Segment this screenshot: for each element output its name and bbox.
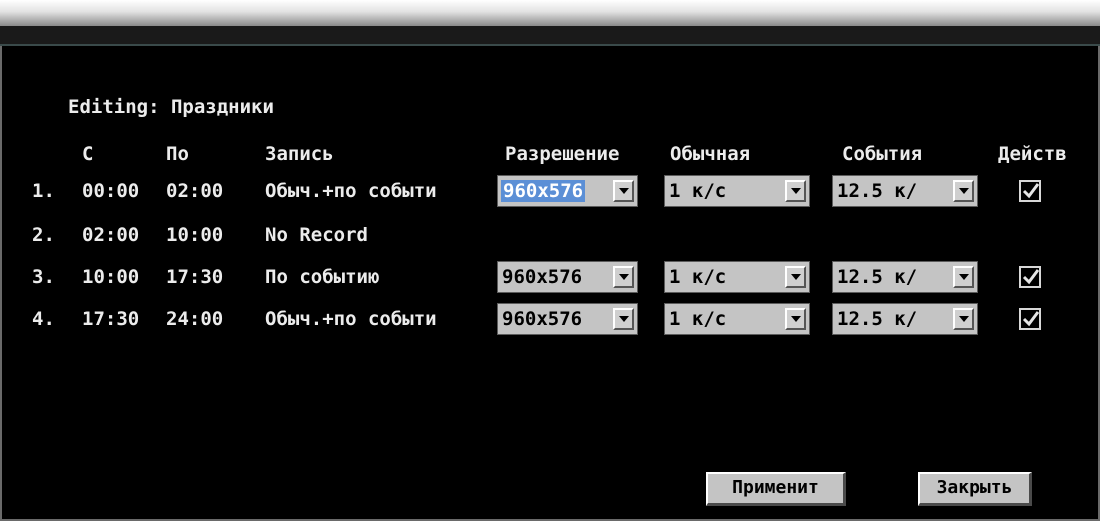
row-start-time[interactable]: 02:00 <box>82 224 139 246</box>
row-end-time[interactable]: 02:00 <box>166 180 223 202</box>
row-start-time[interactable]: 17:30 <box>82 308 139 330</box>
event-fps-value: 12.5 к/ <box>837 308 918 330</box>
chevron-down-icon[interactable] <box>785 180 806 202</box>
resolution-select[interactable]: 960x576 <box>497 303 638 335</box>
event-fps-value: 12.5 к/ <box>837 180 918 202</box>
row-record-mode[interactable]: No Record <box>265 224 368 246</box>
chevron-down-icon[interactable] <box>613 266 634 288</box>
header-start: С <box>82 143 94 165</box>
apply-button[interactable]: Применит <box>706 472 846 506</box>
chevron-down-icon[interactable] <box>785 308 806 330</box>
header-resolution: Разрешение <box>505 143 620 165</box>
resolution-select[interactable]: 960x576 <box>497 261 638 293</box>
row-record-mode[interactable]: Обыч.+по событи <box>265 180 437 202</box>
header-normal: Обычная <box>670 143 751 165</box>
chevron-down-icon[interactable] <box>785 266 806 288</box>
row-record-mode[interactable]: Обыч.+по событи <box>265 308 437 330</box>
chevron-down-icon[interactable] <box>953 266 974 288</box>
title-bar <box>0 0 1100 26</box>
close-button[interactable]: Закрыть <box>918 472 1032 506</box>
row-record-mode[interactable]: По событию <box>265 266 379 288</box>
action-checkbox[interactable] <box>1019 180 1041 202</box>
header-events: События <box>842 143 923 165</box>
normal-fps-select[interactable]: 1 к/с <box>664 261 810 293</box>
header-record: Запись <box>265 143 334 165</box>
row-end-time[interactable]: 10:00 <box>166 224 223 246</box>
page-title: Editing: Праздники <box>68 96 274 118</box>
event-fps-value: 12.5 к/ <box>837 266 918 288</box>
header-end: По <box>166 143 189 165</box>
header-action: Действ <box>998 143 1067 165</box>
action-checkbox[interactable] <box>1019 308 1041 330</box>
row-number: 4. <box>32 308 55 330</box>
row-end-time[interactable]: 17:30 <box>166 266 223 288</box>
checkmark-icon <box>1022 311 1040 327</box>
row-start-time[interactable]: 10:00 <box>82 266 139 288</box>
row-number: 2. <box>32 224 55 246</box>
checkmark-icon <box>1022 269 1040 285</box>
checkmark-icon <box>1022 183 1040 199</box>
resolution-select[interactable]: 960x576 <box>497 175 638 207</box>
event-fps-select[interactable]: 12.5 к/ <box>832 303 978 335</box>
title-bar-shadow <box>0 26 1100 46</box>
action-checkbox[interactable] <box>1019 266 1041 288</box>
event-fps-select[interactable]: 12.5 к/ <box>832 175 978 207</box>
row-start-time[interactable]: 00:00 <box>82 180 139 202</box>
chevron-down-icon[interactable] <box>613 308 634 330</box>
resolution-value: 960x576 <box>502 308 583 330</box>
normal-fps-value: 1 к/с <box>669 308 727 330</box>
row-number: 3. <box>32 266 55 288</box>
chevron-down-icon[interactable] <box>953 308 974 330</box>
normal-fps-value: 1 к/с <box>669 180 727 202</box>
row-number: 1. <box>32 180 55 202</box>
resolution-value: 960x576 <box>502 266 583 288</box>
row-end-time[interactable]: 24:00 <box>166 308 223 330</box>
chevron-down-icon[interactable] <box>953 180 974 202</box>
chevron-down-icon[interactable] <box>613 180 634 202</box>
event-fps-select[interactable]: 12.5 к/ <box>832 261 978 293</box>
normal-fps-select[interactable]: 1 к/с <box>664 175 810 207</box>
normal-fps-value: 1 к/с <box>669 266 727 288</box>
resolution-value: 960x576 <box>501 180 586 202</box>
normal-fps-select[interactable]: 1 к/с <box>664 303 810 335</box>
